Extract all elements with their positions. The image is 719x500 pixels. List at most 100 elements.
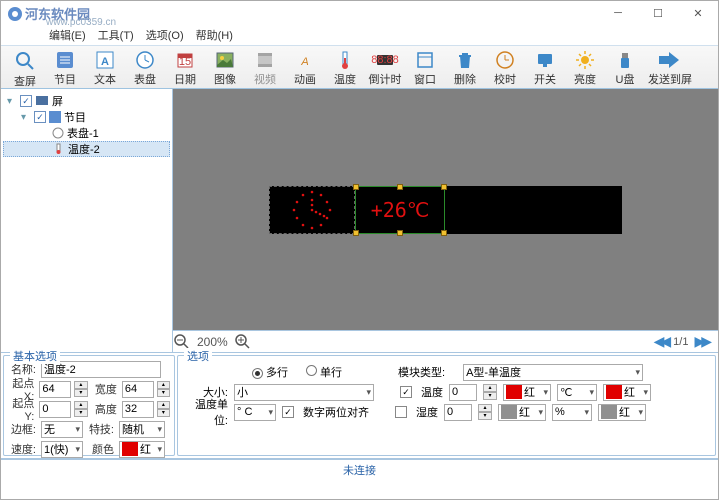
module-type-select[interactable]: A型-单温度 xyxy=(463,364,643,381)
x-spinner[interactable]: ▴▾ xyxy=(74,381,87,397)
menu-options[interactable]: 选项(O) xyxy=(146,27,184,43)
border-select[interactable]: 无 xyxy=(41,421,83,438)
clock-segment[interactable] xyxy=(269,186,355,234)
next-page-icon[interactable]: ▶▶ xyxy=(694,333,708,350)
sync-time-button[interactable]: 校时 xyxy=(485,48,525,86)
send-icon xyxy=(659,50,681,70)
temperature-segment[interactable]: +26℃ xyxy=(355,186,445,234)
options-group: 选项 多行 单行 模块类型: A型-单温度 大小: 小 ✓温度 ▴▾ 红 ℃ 红… xyxy=(177,355,716,456)
resize-handle[interactable] xyxy=(353,230,359,236)
animation-icon: A xyxy=(294,50,316,70)
page-indicator: 1/1 xyxy=(673,336,688,348)
svg-text:A: A xyxy=(101,56,109,68)
align-checkbox[interactable]: ✓ xyxy=(282,406,294,418)
thermometer-icon xyxy=(53,143,65,155)
resize-handle[interactable] xyxy=(397,184,403,190)
prev-page-icon[interactable]: ◀◀ xyxy=(654,333,668,350)
size-select[interactable]: 小 xyxy=(234,384,374,401)
menu-help[interactable]: 帮助(H) xyxy=(196,27,233,43)
text-icon: A xyxy=(94,50,116,70)
effect-select[interactable]: 随机 xyxy=(119,421,165,438)
menu-tools[interactable]: 工具(T) xyxy=(98,27,134,43)
window-button[interactable]: 窗口 xyxy=(405,48,445,86)
app-icon xyxy=(7,6,23,22)
humidity-checkbox[interactable] xyxy=(395,406,407,418)
switch-button[interactable]: 开关 xyxy=(525,48,565,86)
width-input[interactable] xyxy=(122,381,154,398)
film-icon xyxy=(254,50,276,70)
brightness-button[interactable]: 亮度 xyxy=(565,48,605,86)
color-select[interactable]: 红 xyxy=(119,441,165,458)
single-line-radio[interactable]: 单行 xyxy=(306,364,342,380)
tree-temperature[interactable]: ▾温度-2 xyxy=(3,141,170,157)
send-button[interactable]: 发送到屏 xyxy=(645,48,695,86)
zoom-level: 200% xyxy=(197,335,228,349)
clock-icon xyxy=(52,127,64,139)
temp-unit-select[interactable]: ℃ xyxy=(557,384,597,401)
svg-text:A: A xyxy=(300,56,308,68)
clock-icon xyxy=(134,50,156,70)
tree-dial[interactable]: ▾表盘-1 xyxy=(3,125,170,141)
image-button[interactable]: 图像 xyxy=(205,48,245,86)
dotted-clock-icon xyxy=(289,187,335,233)
resize-handle[interactable] xyxy=(441,230,447,236)
toolbar: 查屏 节目 A文本 表盘 15日期 图像 视频 A动画 温度 88:88倒计时 … xyxy=(1,45,718,89)
x-input[interactable] xyxy=(39,381,71,398)
multi-line-radio[interactable]: 多行 xyxy=(252,364,288,380)
temp-color2-select[interactable]: 红 xyxy=(603,384,651,401)
screen-icon xyxy=(35,95,49,107)
delete-button[interactable]: 删除 xyxy=(445,48,485,86)
image-icon xyxy=(214,50,236,70)
calendar-icon: 15 xyxy=(174,50,196,70)
thermometer-icon xyxy=(334,50,356,70)
resize-handle[interactable] xyxy=(353,184,359,190)
temp-unit-sys-select[interactable]: ° C xyxy=(234,404,276,421)
video-button[interactable]: 视频 xyxy=(245,48,285,86)
speed-select[interactable]: 1(快) xyxy=(41,441,83,458)
svg-text:88:88: 88:88 xyxy=(371,54,399,66)
height-spinner[interactable]: ▴▾ xyxy=(157,401,170,417)
clock-sync-icon xyxy=(494,50,516,70)
close-button[interactable]: ✕ xyxy=(678,1,718,25)
menu-edit[interactable]: 编辑(E) xyxy=(49,27,86,43)
window-icon xyxy=(414,50,436,70)
y-input[interactable] xyxy=(39,401,71,418)
y-spinner[interactable]: ▴▾ xyxy=(74,401,87,417)
humid-color-select[interactable]: 红 xyxy=(498,404,546,421)
temperature-button[interactable]: 温度 xyxy=(325,48,365,86)
usb-button[interactable]: U盘 xyxy=(605,48,645,86)
monitor-icon xyxy=(534,50,556,70)
trash-icon xyxy=(454,50,476,70)
resize-handle[interactable] xyxy=(397,230,403,236)
dial-button[interactable]: 表盘 xyxy=(125,48,165,86)
watermark-url: www.pc0359.cn xyxy=(46,17,116,28)
preview-canvas[interactable]: +26℃ xyxy=(173,89,718,331)
width-spinner[interactable]: ▴▾ xyxy=(157,381,170,397)
status-bar: 未连接 xyxy=(1,459,718,479)
text-button[interactable]: A文本 xyxy=(85,48,125,86)
basic-options-group: 基本选项 名称: 起点X:▴▾宽度▴▾ 起点Y:▴▾高度▴▾ 边框:无特技:随机… xyxy=(3,355,175,456)
tree-root[interactable]: ▾✓屏 xyxy=(3,93,170,109)
animation-button[interactable]: A动画 xyxy=(285,48,325,86)
temp-color-407[interactable]: 红 xyxy=(503,384,551,401)
counter-icon: 88:88 xyxy=(374,50,396,70)
search-icon xyxy=(14,50,36,72)
sun-icon xyxy=(574,50,596,70)
date-button[interactable]: 15日期 xyxy=(165,48,205,86)
temperature-value: +26℃ xyxy=(371,198,430,222)
tree-program[interactable]: ▾✓节目 xyxy=(3,109,170,125)
search-screen-button[interactable]: 查屏 xyxy=(5,48,45,86)
height-input[interactable] xyxy=(122,401,154,418)
program-button[interactable]: 节目 xyxy=(45,48,85,86)
resize-handle[interactable] xyxy=(441,184,447,190)
minimize-button[interactable]: ─ xyxy=(598,1,638,25)
maximize-button[interactable]: ☐ xyxy=(638,1,678,25)
svg-text:15: 15 xyxy=(179,56,191,68)
temp-offset-input[interactable] xyxy=(449,384,477,401)
humid-offset-input[interactable] xyxy=(444,404,472,421)
humid-color2-select[interactable]: 红 xyxy=(598,404,646,421)
countdown-button[interactable]: 88:88倒计时 xyxy=(365,48,405,86)
temperature-checkbox[interactable]: ✓ xyxy=(400,386,412,398)
zoom-in-icon[interactable] xyxy=(234,333,252,351)
humid-unit-select[interactable]: % xyxy=(552,404,592,421)
